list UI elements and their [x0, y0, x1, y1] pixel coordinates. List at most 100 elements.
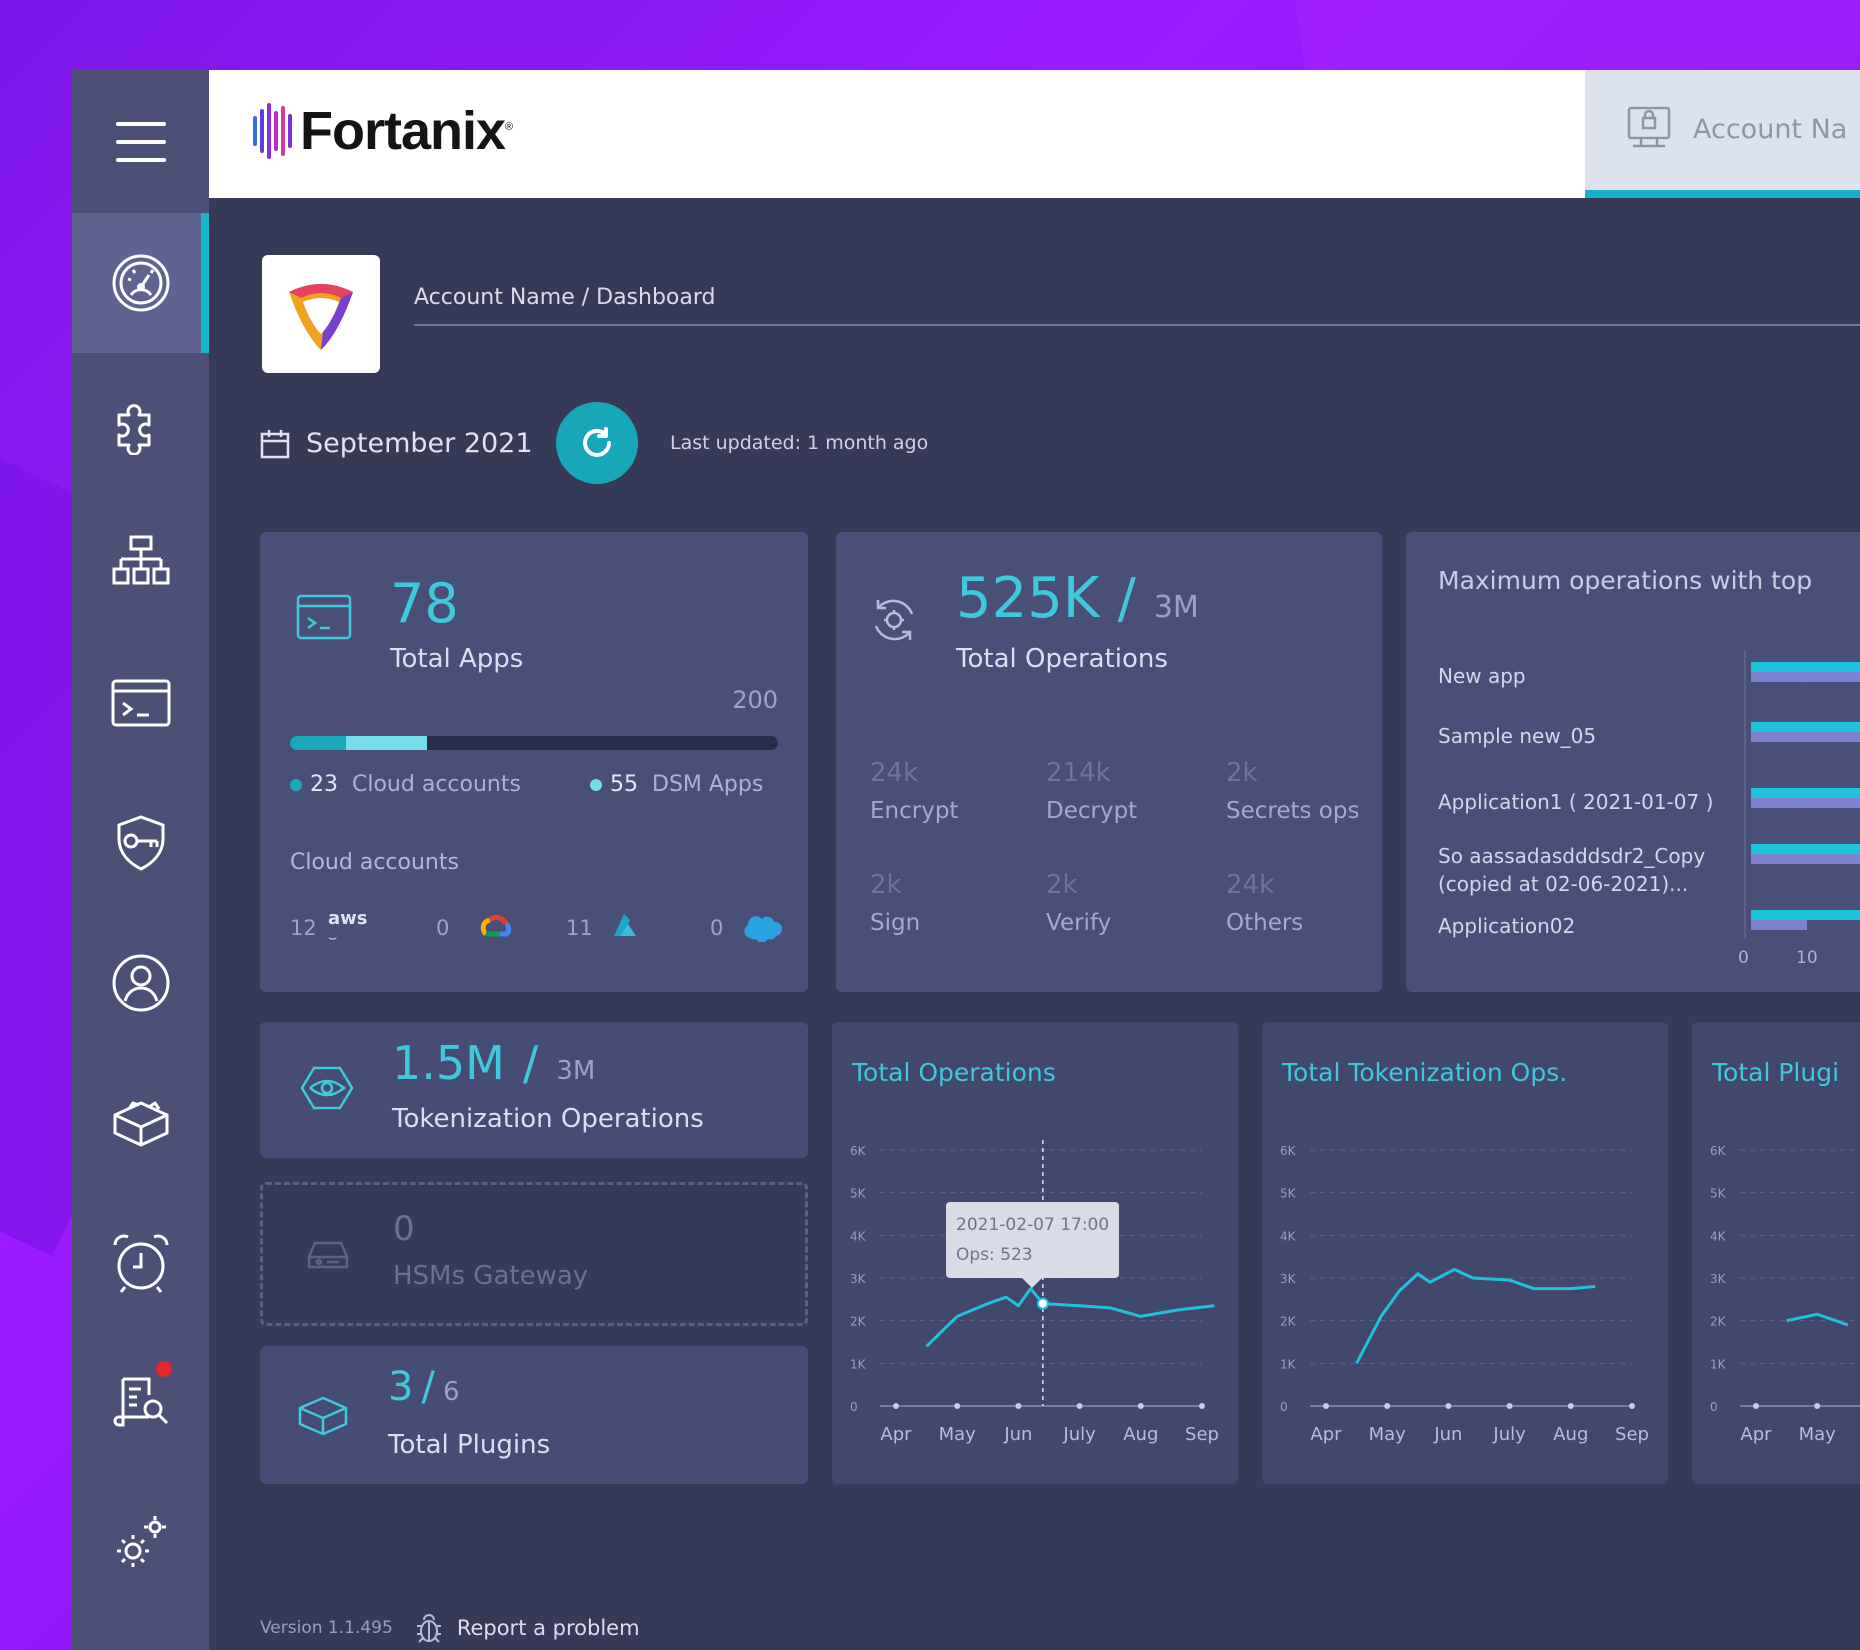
x-tick	[1506, 1403, 1513, 1409]
apps-usage-bar	[290, 736, 778, 750]
sidebar-item-audit-log[interactable]	[72, 1333, 209, 1473]
tokenization-operations-card[interactable]: 1.5M/3M Tokenization Operations	[260, 1022, 808, 1158]
y-tick-label: 6K	[1280, 1144, 1297, 1158]
dashboard-gauge-icon	[112, 254, 169, 312]
sidebar-item-groups[interactable]	[72, 493, 209, 633]
y-tick-label: 5K	[1280, 1187, 1297, 1201]
cloud-section-title: Cloud accounts	[290, 850, 459, 875]
x-tick-label: May	[939, 1424, 977, 1445]
y-tick-label: 1K	[850, 1357, 867, 1371]
stat-label: Encrypt	[870, 798, 959, 824]
x-tick-label: May	[1369, 1424, 1407, 1445]
stat-label: Verify	[1046, 910, 1112, 936]
provider-aws-count: 12	[290, 916, 317, 940]
tooltip-value: Ops: 523	[956, 1245, 1033, 1265]
terminal-icon	[111, 679, 170, 727]
sidebar-item-users[interactable]	[72, 913, 209, 1053]
x-tick-label: Jun	[1003, 1424, 1032, 1445]
operations-cycle-icon	[874, 599, 914, 641]
y-tick-label: 0	[850, 1400, 858, 1414]
total-apps-card[interactable]: 78 Total Apps 200 23 Cloud accounts 55 D…	[260, 532, 808, 992]
y-tick-label: 4K	[1280, 1229, 1297, 1243]
report-problem-link[interactable]: Report a problem	[457, 1616, 640, 1640]
max-operations-card[interactable]: Maximum operations with top New app Samp…	[1406, 532, 1860, 992]
x-tick	[1753, 1403, 1759, 1409]
total-operations-value: 525K/3M	[956, 566, 1199, 631]
stat-label: Decrypt	[1046, 798, 1138, 824]
tokenization-chart-card[interactable]: Total Tokenization Ops. 0 1K 2K 3K 4K 5K 6K Apr…	[1262, 1022, 1668, 1484]
hamburger-icon	[115, 121, 166, 162]
account-icon	[1627, 106, 1671, 148]
security-key-icon	[117, 815, 164, 871]
y-tick-label: 2K	[850, 1315, 867, 1329]
legend-dot	[290, 778, 302, 791]
y-tick-label: 1K	[1280, 1357, 1297, 1371]
x-tick-label: Jun	[1433, 1424, 1462, 1445]
refresh-button[interactable]	[556, 402, 638, 484]
y-tick-label: 1K	[1710, 1357, 1727, 1371]
sidebar-item-apps[interactable]	[72, 633, 209, 773]
plugins-icon	[113, 1101, 168, 1147]
account-name: Account Na	[1693, 114, 1848, 145]
sidebar-item-settings[interactable]	[72, 1473, 209, 1613]
account-logo	[289, 284, 353, 350]
tokenization-value: 1.5M/3M	[392, 1036, 596, 1090]
series-line	[1355, 1267, 1596, 1365]
sidebar-item-dashboard[interactable]	[72, 213, 209, 353]
x-tick-label: Apr	[1310, 1424, 1342, 1445]
y-tick-label: 2K	[1710, 1315, 1727, 1329]
total-plugins-card[interactable]: 3/6 Total Plugins	[260, 1346, 808, 1484]
y-tick-label: 5K	[1710, 1187, 1727, 1201]
notification-dot	[156, 1361, 172, 1377]
x-tick	[1384, 1403, 1391, 1409]
app-label: Application1 ( 2021-01-07 )	[1438, 790, 1714, 814]
user-icon	[112, 954, 169, 1012]
bar-primary	[1751, 910, 1860, 920]
tooltip-date: 2021-02-07 17:00	[956, 1215, 1110, 1235]
axis-tick: 10	[1796, 948, 1818, 968]
total-apps-label: Total Apps	[390, 644, 524, 674]
menu-button[interactable]	[72, 70, 209, 213]
y-tick-label: 0	[1280, 1400, 1288, 1414]
x-tick	[1199, 1403, 1205, 1409]
bar-secondary	[1751, 798, 1860, 808]
bar-secondary	[1751, 672, 1860, 682]
date-picker[interactable]: September 2021	[260, 428, 533, 459]
sidebar-item-tasks[interactable]	[72, 1193, 209, 1333]
y-tick-label: 3K	[1710, 1272, 1727, 1286]
x-tick	[954, 1403, 961, 1409]
salesforce-icon	[744, 916, 782, 942]
total-operations-card[interactable]: 525K/3M Total Operations 24k Encrypt 214…	[836, 532, 1382, 992]
app-label: Application02	[1438, 914, 1576, 938]
eye-token-icon	[300, 1066, 354, 1110]
y-tick-label: 3K	[1280, 1272, 1297, 1286]
total-operations-chart-card[interactable]: Total Operations 0 1K 2K 3K 4K 5K 6K Apr May Jun J…	[832, 1022, 1238, 1484]
azure-icon	[614, 914, 636, 936]
last-updated-text: Last updated: 1 month ago	[670, 432, 929, 454]
max-operations-title: Maximum operations with top	[1438, 566, 1813, 595]
x-tick-label: Aug	[1123, 1424, 1158, 1445]
stat-value: 2k	[870, 870, 902, 900]
gateway-icon	[307, 1241, 349, 1269]
account-selector[interactable]: Account Na	[1585, 70, 1860, 198]
sidebar-item-security-objects[interactable]	[72, 773, 209, 913]
app-label: Sample new_05	[1438, 724, 1597, 748]
hover-point	[1036, 1297, 1049, 1310]
x-tick	[1814, 1403, 1821, 1409]
sidebar-item-plugins-library[interactable]	[72, 353, 209, 493]
fortanix-logo: Fortanix®	[253, 100, 513, 162]
app-window: Fortanix® Account Na Account Name / Dash…	[72, 70, 1860, 1650]
sidebar-item-plugins[interactable]	[72, 1053, 209, 1193]
sidebar	[72, 70, 209, 1650]
cloud-accounts-bar	[290, 736, 347, 750]
date-label: September 2021	[306, 428, 533, 459]
logo-text: Fortanix®	[300, 101, 513, 161]
hsm-gateway-card[interactable]: 0 HSMs Gateway	[260, 1182, 808, 1326]
plugins-chart-card[interactable]: Total Plugi 0 1K 2K 3K 4K 5K 6K Apr May	[1692, 1022, 1860, 1484]
app-label: So aassadasdddsdr2_Copy (copied at 02-06-…	[1438, 844, 1706, 896]
legend-dot	[590, 778, 602, 791]
settings-icon	[116, 1516, 166, 1567]
y-tick-label: 6K	[1710, 1144, 1727, 1158]
top-header: Fortanix® Account Na	[209, 70, 1860, 198]
bar-primary	[1751, 788, 1860, 798]
